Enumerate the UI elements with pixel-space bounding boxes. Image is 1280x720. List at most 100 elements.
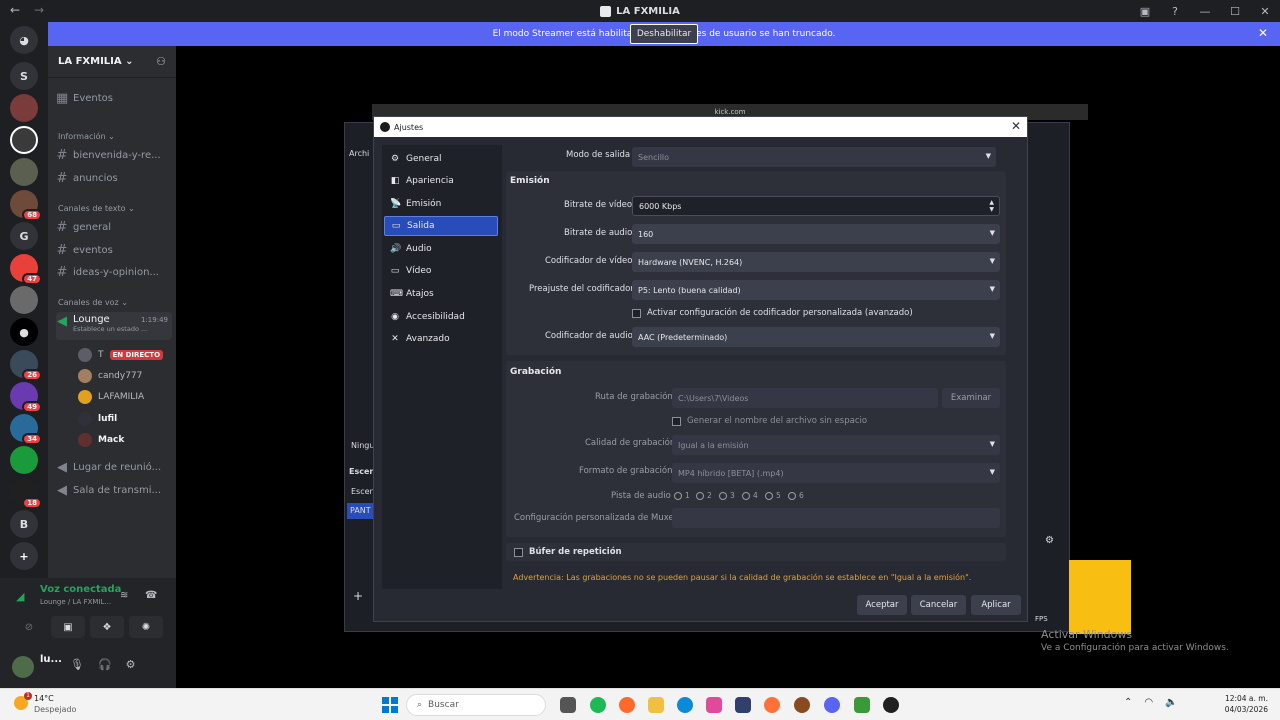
checkbox[interactable] bbox=[632, 308, 641, 318]
cancel-button[interactable]: Cancelar bbox=[911, 595, 966, 615]
activities-icon[interactable]: ❖ bbox=[90, 616, 124, 638]
taskbar-search[interactable]: ⌕ Buscar bbox=[406, 694, 546, 716]
channel-item[interactable]: # bienvenida-y-re... bbox=[56, 145, 172, 165]
voice-user[interactable]: Mack bbox=[78, 433, 124, 447]
voice-user[interactable]: T EN DIRECTO bbox=[78, 348, 164, 362]
forward-arrow-icon[interactable]: → bbox=[34, 3, 44, 17]
rec-quality-select[interactable]: Igual a la emisión ▼ bbox=[672, 435, 1000, 455]
track-radio-3[interactable]: 3 bbox=[719, 491, 735, 500]
rec-path-input[interactable]: C:\Users\7\Videos bbox=[672, 388, 938, 408]
server-avatar[interactable]: 47 bbox=[10, 254, 42, 285]
server-active[interactable] bbox=[10, 126, 38, 154]
maximize-button[interactable]: ☐ bbox=[1220, 5, 1250, 18]
noise-icon[interactable]: ≋ bbox=[120, 590, 128, 601]
apply-button[interactable]: Aplicar bbox=[971, 595, 1021, 615]
rec-format-select[interactable]: MP4 híbrido [BETA] (.mp4) ▼ bbox=[672, 463, 1000, 483]
nav-appearance[interactable]: ◧ Apariencia bbox=[384, 171, 498, 191]
obs-icon[interactable] bbox=[883, 697, 899, 713]
track-radio-2[interactable]: 2 bbox=[696, 491, 712, 500]
no-space-checkbox[interactable]: Generar el nombre del archivo sin espaci… bbox=[672, 416, 867, 426]
server-avatar[interactable] bbox=[10, 286, 38, 314]
track-radio-5[interactable]: 5 bbox=[765, 491, 781, 500]
obs-scene-item[interactable]: Escen bbox=[351, 487, 375, 496]
ok-button[interactable]: Aceptar bbox=[857, 595, 907, 615]
clock[interactable]: 12:04 a. m. 04/03/2026 bbox=[1225, 693, 1268, 715]
camera-off-icon[interactable]: ⊘ bbox=[12, 616, 46, 638]
headphones-icon[interactable]: 🎧 bbox=[98, 658, 112, 671]
close-button[interactable]: ✕ bbox=[1250, 5, 1280, 18]
server-b[interactable]: B bbox=[10, 510, 38, 538]
replay-buffer-checkbox[interactable]: Búfer de repetición bbox=[514, 547, 622, 557]
close-icon[interactable]: ✕ bbox=[1258, 26, 1268, 40]
spotify-icon[interactable] bbox=[590, 697, 606, 713]
disable-streamer-button[interactable]: Deshabilitar bbox=[629, 24, 699, 44]
help-icon[interactable]: ? bbox=[1160, 5, 1190, 18]
nav-hotkeys[interactable]: ⌨ Atajos bbox=[384, 284, 498, 304]
track-radio-6[interactable]: 6 bbox=[788, 491, 804, 500]
server-s[interactable]: S bbox=[10, 62, 38, 90]
category-info[interactable]: Información ⌄ bbox=[58, 132, 115, 141]
guild-header[interactable]: LA FXMILIA ⌄ ⚇ bbox=[48, 46, 176, 78]
category-text[interactable]: Canales de texto ⌄ bbox=[58, 204, 135, 213]
obs-source-item[interactable]: PANT bbox=[347, 503, 375, 519]
voice-user[interactable]: candy777 bbox=[78, 369, 142, 383]
add-icon[interactable]: + bbox=[353, 589, 363, 603]
gear-icon[interactable]: ⚙ bbox=[1045, 535, 1054, 546]
events-item[interactable]: ▦ Eventos bbox=[56, 88, 172, 108]
nav-advanced[interactable]: ✕ Avanzado bbox=[384, 329, 498, 349]
disconnect-icon[interactable]: ☎ bbox=[145, 590, 157, 601]
checkbox[interactable] bbox=[672, 416, 681, 426]
task-view-icon[interactable] bbox=[560, 697, 576, 713]
preset-select[interactable]: P5: Lento (buena calidad) ▼ bbox=[632, 280, 1000, 300]
voice-channel-item[interactable]: ◀ Sala de transmi... bbox=[56, 480, 172, 500]
server-avatar[interactable] bbox=[10, 158, 38, 186]
apple-icon[interactable]: ● bbox=[10, 318, 38, 346]
app-icon[interactable] bbox=[706, 697, 722, 713]
video-bitrate-spinbox[interactable]: 6000 Kbps ▲ ▼ bbox=[632, 196, 1000, 216]
server-avatar[interactable] bbox=[10, 446, 38, 474]
nav-stream[interactable]: 📡 Emisión bbox=[384, 194, 498, 214]
wifi-icon[interactable]: ◠ bbox=[1144, 697, 1153, 708]
server-avatar[interactable]: 49 bbox=[10, 382, 42, 413]
nav-output[interactable]: ▭ Salida bbox=[384, 216, 498, 236]
audio-encoder-select[interactable]: AAC (Predeterminado) ▼ bbox=[632, 327, 1000, 347]
nav-general[interactable]: ⚙ General bbox=[384, 149, 498, 169]
discord-home-icon[interactable]: ◕ bbox=[10, 26, 38, 54]
server-avatar[interactable]: 18 bbox=[10, 478, 42, 509]
audio-bitrate-select[interactable]: 160 ▼ bbox=[632, 224, 1000, 244]
voice-channel-lounge[interactable]: ◀ Lounge Establece un estado ... 1:19:49 bbox=[56, 312, 172, 340]
edge-icon[interactable] bbox=[677, 697, 693, 713]
custom-encoder-checkbox[interactable]: Activar configuración de codificador per… bbox=[632, 308, 913, 318]
channel-item[interactable]: # general bbox=[56, 217, 172, 237]
obs-menu[interactable]: Archi bbox=[349, 149, 369, 158]
minimize-button[interactable]: — bbox=[1190, 5, 1220, 18]
muxer-input[interactable] bbox=[672, 508, 1000, 528]
weather-widget[interactable]: 14°CDespejado bbox=[14, 692, 76, 715]
app-icon[interactable] bbox=[794, 697, 810, 713]
screen-share-icon[interactable]: ▣ bbox=[51, 616, 85, 638]
spin-arrows-icon[interactable]: ▲ ▼ bbox=[989, 199, 994, 213]
firefox-icon[interactable] bbox=[764, 697, 780, 713]
channel-item[interactable]: # ideas-y-opinion... bbox=[56, 262, 172, 282]
checkbox[interactable] bbox=[514, 547, 523, 557]
close-icon[interactable]: ✕ bbox=[1011, 119, 1021, 133]
speaker-icon[interactable]: 🔈 bbox=[1165, 697, 1177, 708]
back-arrow-icon[interactable]: ← bbox=[10, 3, 20, 17]
minecraft-icon[interactable] bbox=[854, 697, 870, 713]
firefox-icon[interactable] bbox=[619, 697, 635, 713]
server-avatar[interactable]: 68 bbox=[10, 190, 42, 221]
voice-channel-item[interactable]: ◀ Lugar de reunió... bbox=[56, 457, 172, 477]
gear-icon[interactable]: ⚙ bbox=[126, 658, 136, 671]
channel-item[interactable]: # eventos bbox=[56, 240, 172, 260]
nav-audio[interactable]: 🔊 Audio bbox=[384, 239, 498, 259]
discord-icon[interactable] bbox=[824, 697, 840, 713]
video-encoder-select[interactable]: Hardware (NVENC, H.264) ▼ bbox=[632, 252, 1000, 272]
server-avatar[interactable] bbox=[10, 94, 38, 122]
category-voice[interactable]: Canales de voz ⌄ bbox=[58, 298, 128, 307]
inbox-icon[interactable]: ▣ bbox=[1130, 5, 1160, 18]
nav-accessibility[interactable]: ◉ Accesibilidad bbox=[384, 307, 498, 327]
channel-item[interactable]: # anuncios bbox=[56, 168, 172, 188]
add-server-icon[interactable]: + bbox=[10, 542, 38, 570]
microphone-icon[interactable]: 🎙 bbox=[70, 658, 84, 671]
output-mode-select[interactable]: Sencillo ▼ bbox=[632, 147, 996, 167]
